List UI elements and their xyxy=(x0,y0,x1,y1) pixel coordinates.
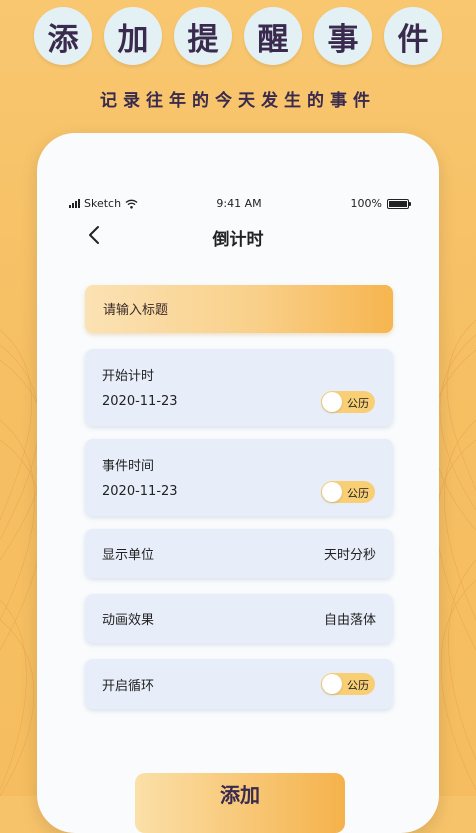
event-time-date[interactable]: 2020-11-23 xyxy=(102,484,178,499)
nav-bar: 倒计时 xyxy=(37,221,439,251)
banner-title-char: 加 xyxy=(104,7,162,65)
toggle-knob xyxy=(322,392,342,412)
banner-subtitle: 记录往年的今天发生的事件 xyxy=(100,91,376,111)
start-time-label: 开始计时 xyxy=(102,369,155,384)
battery-percent: 100% xyxy=(350,197,382,210)
display-unit-label: 显示单位 xyxy=(102,548,155,563)
loop-label: 开启循环 xyxy=(102,679,155,694)
banner-title-char: 醒 xyxy=(244,7,302,65)
add-button[interactable]: 添加 xyxy=(135,773,345,833)
banner-title-char: 添 xyxy=(34,7,92,65)
toggle-label: 公历 xyxy=(347,487,369,500)
status-right: 100% xyxy=(350,197,411,210)
banner-title-char: 事 xyxy=(314,7,372,65)
title-input[interactable] xyxy=(101,285,375,335)
loop-toggle[interactable]: 公历 xyxy=(321,673,375,695)
event-calendar-toggle[interactable]: 公历 xyxy=(321,481,375,503)
toggle-knob xyxy=(322,674,342,694)
start-calendar-toggle[interactable]: 公历 xyxy=(321,391,375,413)
banner-title: 添 加 提 醒 事 件 xyxy=(0,7,476,65)
event-time-card[interactable]: 事件时间 2020-11-23 公历 xyxy=(85,439,393,516)
toggle-label: 公历 xyxy=(347,679,369,692)
toggle-knob xyxy=(322,482,342,502)
battery-icon xyxy=(387,198,411,209)
banner-title-char: 件 xyxy=(384,7,442,65)
animation-card[interactable]: 动画效果 自由落体 xyxy=(85,594,393,643)
animation-value: 自由落体 xyxy=(323,613,376,628)
display-unit-value: 天时分秒 xyxy=(323,548,376,563)
banner-title-char: 提 xyxy=(174,7,232,65)
toggle-label: 公历 xyxy=(347,397,369,410)
title-input-card xyxy=(85,285,393,335)
page-title: 倒计时 xyxy=(212,230,264,250)
display-unit-card[interactable]: 显示单位 天时分秒 xyxy=(85,529,393,578)
start-time-date[interactable]: 2020-11-23 xyxy=(102,394,178,409)
animation-label: 动画效果 xyxy=(102,613,155,628)
phone-frame: Sketch 9:41 AM 100% 倒计时 开始计时 2020-11-23 … xyxy=(37,133,439,833)
event-time-label: 事件时间 xyxy=(102,459,155,474)
loop-card[interactable]: 开启循环 公历 xyxy=(85,659,393,709)
start-time-card[interactable]: 开始计时 2020-11-23 公历 xyxy=(85,349,393,426)
status-bar: Sketch 9:41 AM 100% xyxy=(69,197,411,213)
